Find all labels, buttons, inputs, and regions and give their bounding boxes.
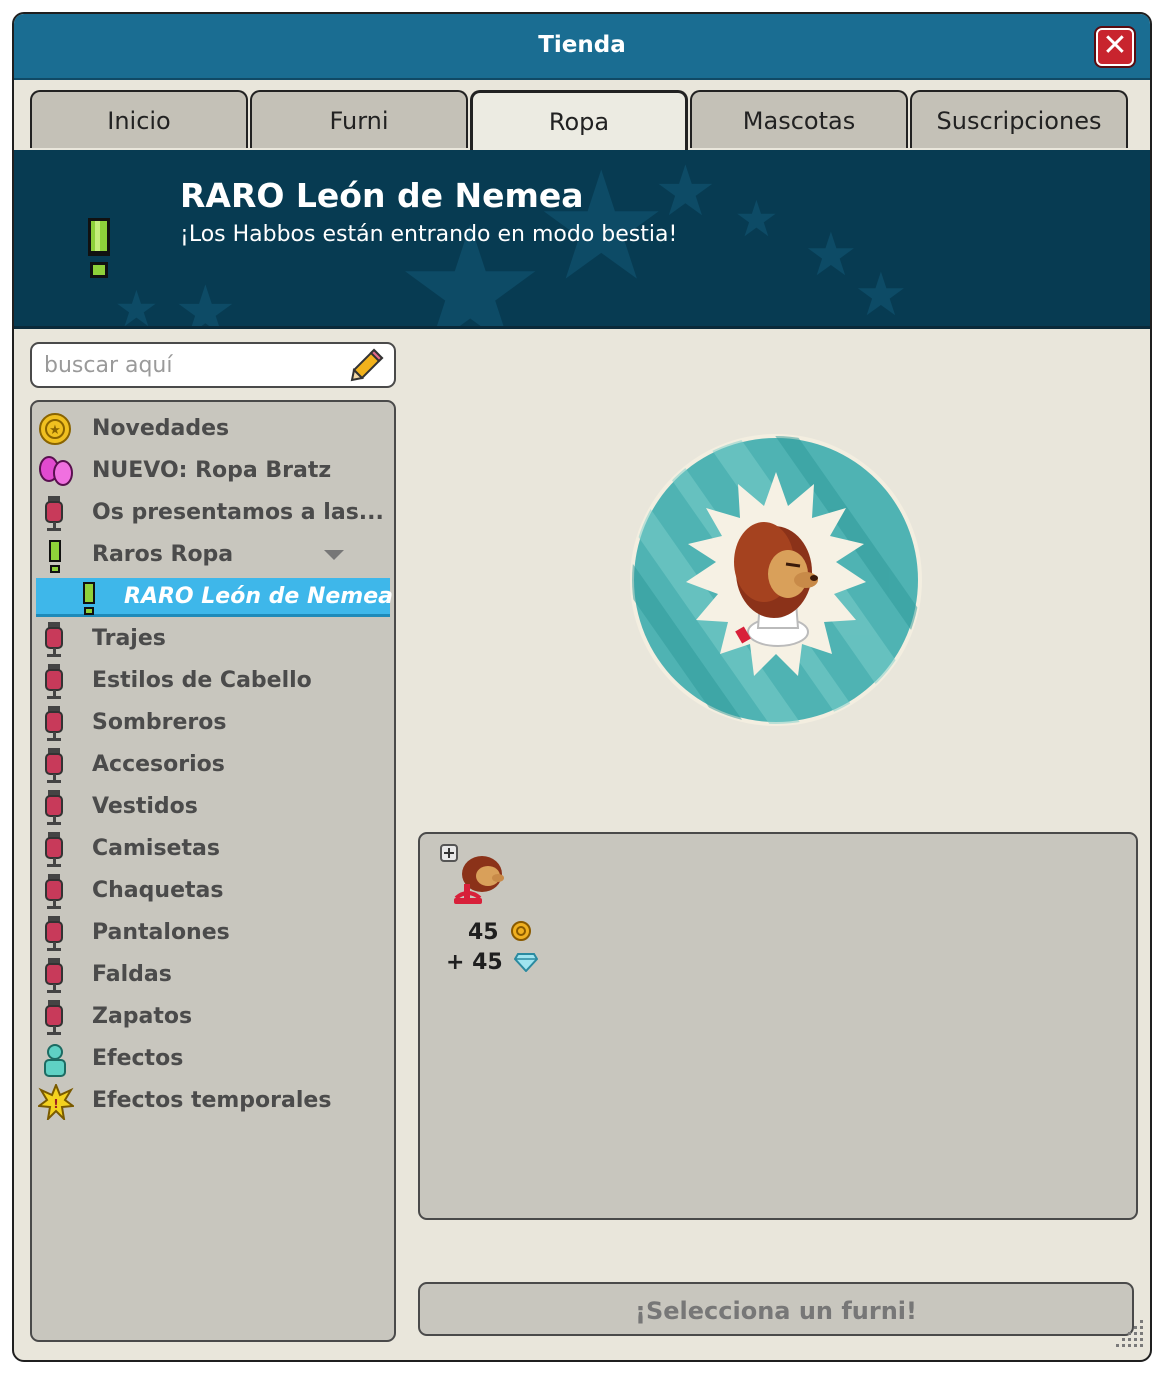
mannequin-icon — [38, 1000, 72, 1040]
category-faldas[interactable]: Faldas — [32, 956, 392, 994]
category-list[interactable]: ★ Novedades NUEVO: Ropa Bratz Os present… — [30, 400, 396, 1342]
tab-inicio[interactable]: Inicio — [30, 90, 248, 148]
mannequin-icon — [38, 916, 72, 956]
category-label: NUEVO: Ropa Bratz — [92, 458, 332, 483]
tab-suscripciones[interactable]: Suscripciones — [910, 90, 1128, 148]
star-decoration-icon: ★ — [804, 220, 858, 290]
window-title: Tienda — [538, 32, 626, 58]
star-decoration-icon: ★ — [654, 150, 717, 232]
category-label: Faldas — [92, 962, 172, 987]
tab-mascotas[interactable]: Mascotas — [690, 90, 908, 148]
svg-text:★: ★ — [49, 423, 61, 438]
category-raros-ropa[interactable]: Raros Ropa — [32, 536, 392, 574]
category-raro-leon-de-nemea[interactable]: RARO León de Nemea — [36, 578, 393, 620]
diamond-icon — [514, 952, 539, 978]
category-pantalones[interactable]: Pantalones — [32, 914, 392, 952]
mannequin-icon — [38, 748, 72, 788]
category-label: RARO León de Nemea — [124, 584, 393, 609]
shop-window: Tienda ✕ Inicio Furni Ropa Mascotas Susc… — [12, 12, 1152, 1362]
pencil-icon[interactable] — [350, 348, 384, 386]
mannequin-icon — [38, 874, 72, 914]
mannequin-icon — [38, 664, 72, 704]
search-input[interactable] — [42, 350, 346, 380]
coin-icon — [510, 920, 532, 948]
chevron-down-icon[interactable] — [324, 550, 344, 560]
explosion-icon: ! — [36, 1082, 76, 1124]
star-decoration-icon: ★ — [114, 280, 159, 329]
category-label: Os presentamos a las... ¡BR — [92, 500, 394, 525]
category-trajes[interactable]: Trajes — [32, 620, 392, 658]
category-os-presentamos[interactable]: Os presentamos a las... ¡BR — [32, 494, 394, 532]
category-label: Camisetas — [92, 836, 220, 861]
pink-shoes-icon — [38, 454, 74, 492]
exclamation-icon — [38, 538, 72, 578]
mannequin-icon — [38, 622, 72, 662]
item-preview-image — [628, 432, 924, 728]
category-label: Accesorios — [92, 752, 225, 777]
mannequin-icon — [38, 496, 72, 536]
category-label: Pantalones — [92, 920, 230, 945]
avatar-effect-icon — [38, 1042, 72, 1082]
star-decoration-icon: ★ — [734, 190, 779, 248]
header-banner: ★ ★ ★ ★ ★ ★ ★ ★ RARO León de Nemea ¡Los … — [14, 150, 1150, 329]
category-efectos-temporales[interactable]: ! Efectos temporales — [32, 1082, 392, 1122]
price-diamonds: + 45 — [446, 950, 539, 978]
title-bar[interactable]: Tienda ✕ — [14, 14, 1150, 80]
category-label: Trajes — [92, 626, 166, 651]
item-card[interactable] — [440, 844, 510, 912]
tab-ropa[interactable]: Ropa — [470, 90, 688, 150]
category-nuevo-ropa-bratz[interactable]: NUEVO: Ropa Bratz — [32, 452, 392, 490]
exclamation-icon — [72, 580, 106, 620]
tab-furni[interactable]: Furni — [250, 90, 468, 148]
category-label: Chaquetas — [92, 878, 224, 903]
category-zapatos[interactable]: Zapatos — [32, 998, 392, 1036]
category-novedades[interactable]: ★ Novedades — [32, 410, 392, 448]
resize-grip-icon[interactable] — [1110, 1314, 1146, 1354]
category-vestidos[interactable]: Vestidos — [32, 788, 392, 826]
mannequin-icon — [38, 832, 72, 872]
coin-star-icon: ★ — [38, 412, 72, 450]
category-camisetas[interactable]: Camisetas — [32, 830, 392, 868]
category-label: Estilos de Cabello — [92, 668, 312, 693]
lion-head-icon — [446, 848, 510, 916]
star-decoration-icon: ★ — [174, 270, 237, 329]
svg-text:!: ! — [53, 1097, 58, 1111]
banner-subtitle: ¡Los Habbos están entrando en modo besti… — [180, 222, 678, 247]
category-label: Efectos — [92, 1046, 184, 1071]
category-efectos[interactable]: Efectos — [32, 1040, 392, 1078]
mannequin-icon — [38, 790, 72, 830]
category-label: Zapatos — [92, 1004, 193, 1029]
tab-bar: Inicio Furni Ropa Mascotas Suscripciones — [14, 80, 1150, 150]
close-button[interactable]: ✕ — [1096, 28, 1134, 66]
select-furni-button[interactable]: ¡Selecciona un furni! — [418, 1282, 1134, 1336]
category-chaquetas[interactable]: Chaquetas — [32, 872, 392, 910]
star-decoration-icon: ★ — [854, 260, 908, 329]
category-label: Vestidos — [92, 794, 198, 819]
mannequin-icon — [38, 958, 72, 998]
category-sombreros[interactable]: Sombreros — [32, 704, 392, 742]
category-label: Efectos temporales — [92, 1088, 332, 1113]
category-estilos-de-cabello[interactable]: Estilos de Cabello — [32, 662, 392, 700]
category-accesorios[interactable]: Accesorios — [32, 746, 392, 784]
search-box[interactable] — [30, 342, 396, 388]
category-label: Novedades — [92, 416, 230, 441]
exclamation-icon — [86, 218, 112, 282]
category-label: Raros Ropa — [92, 542, 234, 567]
close-icon: ✕ — [1102, 28, 1128, 63]
banner-title: RARO León de Nemea — [180, 176, 584, 215]
item-grid-panel: 45 + 45 — [418, 832, 1138, 1220]
category-label: Sombreros — [92, 710, 227, 735]
price-credits: 45 — [468, 920, 532, 948]
mannequin-icon — [38, 706, 72, 746]
